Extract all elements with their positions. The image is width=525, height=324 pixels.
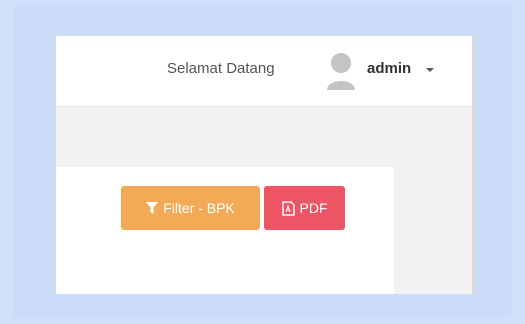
filter-icon bbox=[146, 201, 159, 215]
pdf-export-button[interactable]: PDF bbox=[264, 186, 345, 230]
caret-down-icon[interactable] bbox=[426, 68, 434, 72]
pdf-button-label: PDF bbox=[299, 200, 328, 216]
top-navbar: Selamat Datang admin bbox=[56, 36, 475, 107]
file-pdf-icon bbox=[281, 200, 295, 216]
scrollbar[interactable] bbox=[472, 36, 475, 294]
user-menu-toggle[interactable]: admin bbox=[367, 60, 411, 77]
filter-button-label: Filter - BPK bbox=[163, 200, 235, 216]
filter-button[interactable]: Filter - BPK bbox=[121, 186, 260, 230]
greeting-text: Selamat Datang bbox=[167, 60, 275, 77]
user-avatar-icon[interactable] bbox=[326, 52, 356, 90]
app-window: Selamat Datang admin Filter - BPK PDF bbox=[56, 36, 475, 294]
